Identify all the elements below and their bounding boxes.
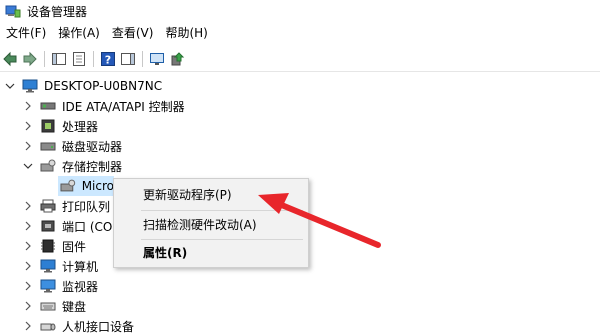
chevron-right-icon[interactable]: [22, 200, 34, 212]
firmware-icon: [41, 239, 55, 253]
properties-button[interactable]: [69, 49, 89, 69]
tree-item-label: 计算机: [62, 259, 99, 274]
action-pane-button[interactable]: [118, 49, 138, 69]
tree-item-processor[interactable]: 处理器: [22, 116, 98, 136]
show-hide-tree-icon: [52, 53, 66, 65]
update-driver-icon: [171, 52, 185, 66]
keyboard-icon: [40, 302, 56, 311]
chevron-right-icon[interactable]: [22, 260, 34, 272]
storage-controller-icon: [40, 159, 56, 172]
chevron-right-icon[interactable]: [22, 280, 34, 292]
hid-icon: [40, 323, 56, 331]
title-bar: 设备管理器: [0, 0, 600, 22]
chevron-right-icon[interactable]: [22, 120, 34, 132]
tree-item-keyboard[interactable]: 键盘: [22, 296, 86, 316]
device-manager-app-icon: [5, 5, 21, 18]
computer-icon: [22, 79, 38, 93]
chevron-right-icon[interactable]: [22, 220, 34, 232]
context-menu-label: 扫描检测硬件改动(A): [143, 217, 257, 232]
monitor-icon: [40, 279, 56, 293]
help-button[interactable]: ?: [98, 49, 118, 69]
menu-bar: 文件(F) 操作(A) 查看(V) 帮助(H): [0, 23, 600, 43]
back-icon: [3, 51, 17, 67]
tree-item-hid[interactable]: 人机接口设备: [22, 316, 134, 336]
svg-text:?: ?: [105, 54, 111, 67]
chevron-right-icon[interactable]: [22, 300, 34, 312]
tree-item-ports[interactable]: 端口 (CO: [22, 216, 112, 236]
menu-view[interactable]: 查看(V): [106, 23, 160, 43]
tree-item-label: 监视器: [62, 279, 99, 294]
processor-icon: [41, 119, 55, 133]
chevron-right-icon[interactable]: [22, 140, 34, 152]
tree-root-label: DESKTOP-U0BN7NC: [44, 79, 163, 93]
tree-item-label: Micro: [81, 179, 114, 193]
tree-item-computer[interactable]: 计算机: [22, 256, 98, 276]
tree-item-firmware[interactable]: 固件: [22, 236, 86, 256]
action-pane-icon: [121, 53, 135, 65]
tree-item-label: IDE ATA/ATAPI 控制器: [62, 99, 185, 114]
tree-item-label: 磁盘驱动器: [62, 139, 123, 154]
chevron-down-icon[interactable]: [22, 160, 34, 172]
menu-action[interactable]: 操作(A): [52, 23, 106, 43]
toolbar-separator: [44, 51, 45, 67]
context-menu-update-driver[interactable]: 更新驱动程序(P): [114, 184, 308, 204]
tree-item-disk-drive[interactable]: 磁盘驱动器: [22, 136, 122, 156]
context-menu-separator: [141, 239, 303, 240]
ide-controller-icon: [40, 102, 56, 110]
back-button[interactable]: [0, 49, 20, 69]
printer-icon: [40, 199, 56, 213]
tree-item-label: 打印队列: [62, 199, 111, 214]
tree-item-label: 端口 (CO: [62, 219, 113, 234]
forward-button[interactable]: [20, 49, 40, 69]
chevron-down-icon[interactable]: [4, 80, 16, 92]
chevron-right-icon[interactable]: [22, 320, 34, 332]
help-icon: ?: [101, 52, 115, 67]
tree-item-label: 处理器: [62, 119, 99, 134]
context-menu-separator: [141, 210, 303, 211]
tree-item-label: 固件: [62, 239, 87, 254]
tree-item-print-queue[interactable]: 打印队列: [22, 196, 110, 216]
menu-file[interactable]: 文件(F): [0, 23, 52, 43]
chevron-right-icon[interactable]: [22, 100, 34, 112]
storage-device-icon: [60, 179, 76, 192]
tree-item-monitor[interactable]: 监视器: [22, 276, 98, 296]
context-menu-properties[interactable]: 属性(R): [114, 242, 308, 262]
tree-item-label: 键盘: [62, 299, 87, 314]
toolbar-separator: [142, 51, 143, 67]
forward-icon: [23, 51, 37, 67]
window-title: 设备管理器: [27, 4, 88, 19]
context-menu-scan-hardware[interactable]: 扫描检测硬件改动(A): [114, 214, 308, 234]
tree-item-label: 存储控制器: [62, 159, 123, 174]
tree-item-ide-controller[interactable]: IDE ATA/ATAPI 控制器: [22, 96, 185, 116]
chevron-right-icon[interactable]: [22, 240, 34, 252]
tree-item-storage-device-selected[interactable]: Micro: [58, 176, 114, 196]
context-menu: 更新驱动程序(P) 扫描检测硬件改动(A) 属性(R): [113, 178, 309, 268]
properties-icon: [73, 52, 85, 66]
show-hide-tree-button[interactable]: [49, 49, 69, 69]
scan-hardware-button[interactable]: [147, 49, 167, 69]
toolbar-separator: [93, 51, 94, 67]
update-driver-button[interactable]: [167, 49, 187, 69]
tree-item-storage-controller[interactable]: 存储控制器: [22, 156, 122, 176]
port-icon: [41, 220, 55, 232]
context-menu-label: 更新驱动程序(P): [143, 187, 232, 202]
menu-help[interactable]: 帮助(H): [159, 23, 213, 43]
context-menu-label: 属性(R): [143, 245, 188, 260]
monitor-scan-icon: [150, 53, 164, 65]
tree-root-computer[interactable]: DESKTOP-U0BN7NC: [4, 76, 162, 96]
computer-icon: [40, 259, 56, 273]
disk-drive-icon: [40, 142, 56, 151]
toolbar: ?: [0, 47, 600, 72]
